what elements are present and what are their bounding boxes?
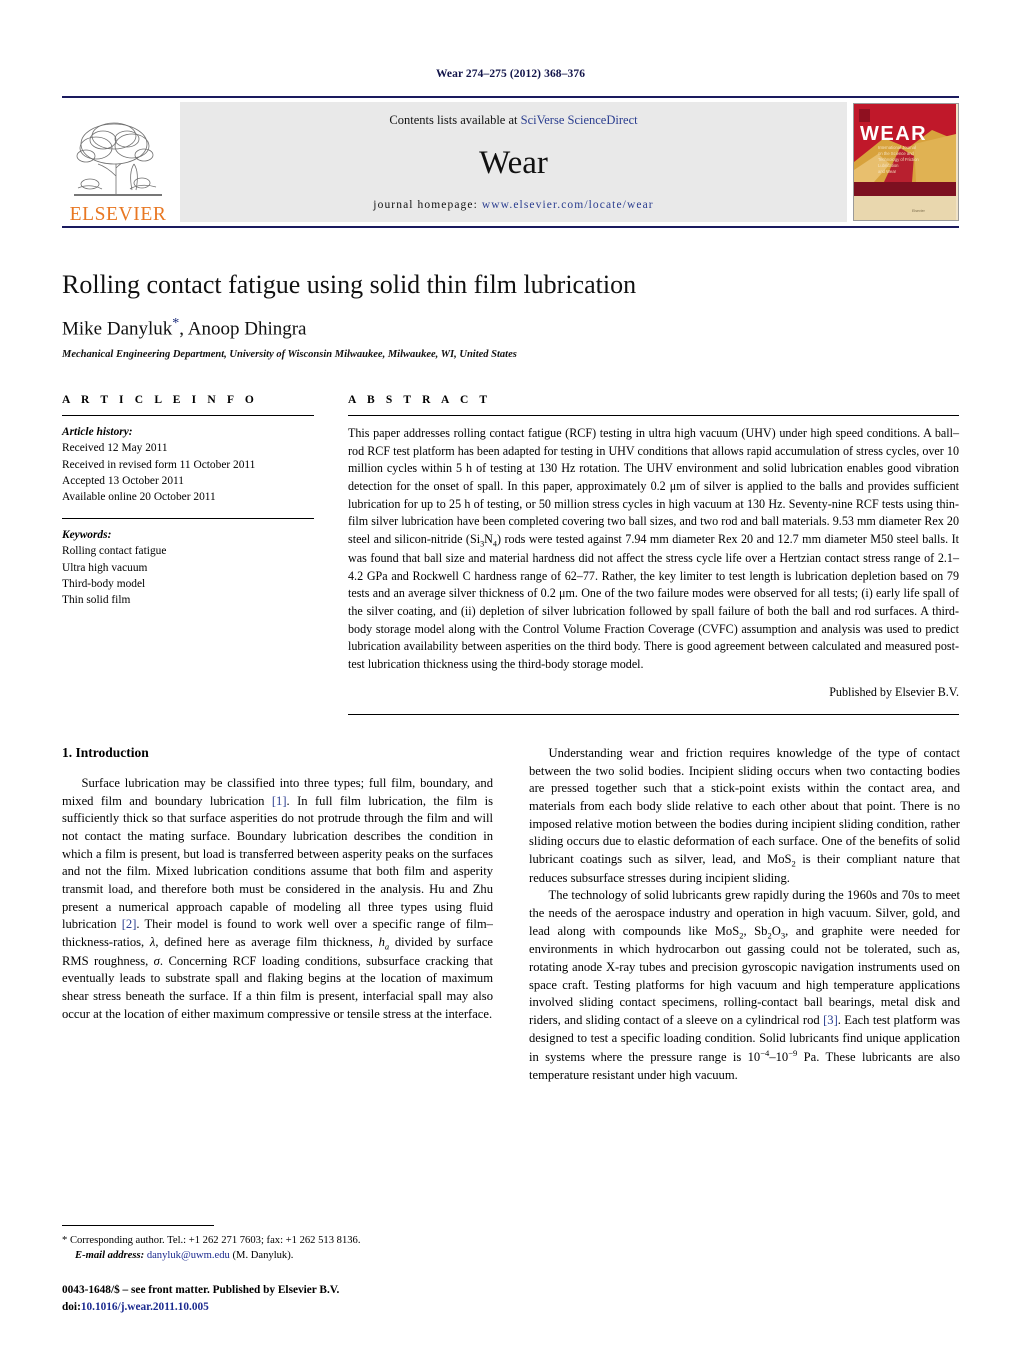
- elsevier-logo: ELSEVIER: [62, 98, 174, 226]
- keyword-item: Rolling contact fatigue: [62, 545, 167, 558]
- wear-cover-art: WEAR International Journal on the Scienc…: [854, 104, 956, 220]
- homepage-prefix: journal homepage:: [373, 199, 482, 211]
- footnote-block: * Corresponding author. Tel.: +1 262 271…: [62, 1224, 493, 1263]
- elsevier-tree-icon: [72, 117, 164, 202]
- abstract-column: A B S T R A C T This paper addresses rol…: [348, 394, 959, 715]
- author-primary: Mike Danyluk: [62, 318, 173, 340]
- sciencedirect-link[interactable]: SciVerse ScienceDirect: [521, 113, 638, 127]
- corresponding-author-note: * Corresponding author. Tel.: +1 262 271…: [62, 1233, 493, 1263]
- body-column-left: 1. Introduction Surface lubrication may …: [62, 745, 493, 1085]
- svg-text:International Journal: International Journal: [878, 145, 916, 150]
- right-seg-8: –10: [769, 1050, 789, 1065]
- abstract-seg-3: N: [484, 531, 493, 546]
- journal-band: Contents lists available at SciVerse Sci…: [180, 102, 847, 222]
- intro-seg-4: , defined here as average film thickness…: [155, 935, 379, 950]
- issn-front-matter: 0043-1648/$ – see front matter. Publishe…: [62, 1284, 340, 1297]
- citation-link-2[interactable]: [2]: [122, 917, 137, 931]
- footnote-contact: Corresponding author. Tel.: +1 262 271 7…: [67, 1234, 361, 1246]
- footnote-rule: [62, 1224, 214, 1226]
- doi-link[interactable]: 10.1016/j.wear.2011.10.005: [81, 1301, 209, 1313]
- contents-available-line: Contents lists available at SciVerse Sci…: [389, 113, 637, 128]
- contents-prefix: Contents lists available at: [389, 113, 521, 127]
- right-seg-1: Understanding wear and friction requires…: [529, 745, 960, 867]
- intro-paragraph-left: Surface lubrication may be classified in…: [62, 775, 493, 1023]
- citation-link-3[interactable]: [3]: [823, 1013, 838, 1027]
- author-list: Mike Danyluk*, Anoop Dhingra: [62, 316, 959, 340]
- homepage-url-link[interactable]: www.elsevier.com/locate/wear: [482, 199, 654, 211]
- exponent-neg9: −9: [788, 1048, 798, 1059]
- svg-text:WEAR: WEAR: [860, 123, 927, 145]
- abstract-text: This paper addresses rolling contact fat…: [348, 416, 959, 702]
- article-info-column: A R T I C L E I N F O Article history: R…: [62, 394, 314, 715]
- doi-label: doi:: [62, 1300, 81, 1313]
- imprint-block: 0043-1648/$ – see front matter. Publishe…: [62, 1282, 339, 1315]
- abstract-bottom-rule: [348, 713, 959, 715]
- citation-link-1[interactable]: [1]: [272, 794, 287, 808]
- journal-cover-thumbnail: WEAR International Journal on the Scienc…: [853, 103, 959, 221]
- doi-line: doi:10.1016/j.wear.2011.10.005: [62, 1299, 339, 1315]
- abstract-heading: A B S T R A C T: [348, 394, 492, 407]
- svg-text:Lubrication: Lubrication: [878, 163, 899, 168]
- article-history-group: Article history: Received 12 May 2011 Re…: [62, 416, 314, 505]
- keyword-item: Third-body model: [62, 577, 146, 590]
- intro-paragraph-right-2: The technology of solid lubricants grew …: [529, 887, 960, 1085]
- history-item: Received in revised form 11 October 2011: [62, 458, 256, 471]
- email-owner: (M. Danyluk).: [232, 1249, 294, 1261]
- right-seg-5: O: [771, 923, 781, 938]
- article-history-label: Article history:: [62, 426, 133, 439]
- page-title: Rolling contact fatigue using solid thin…: [62, 270, 637, 299]
- svg-text:Technology of Friction: Technology of Friction: [878, 157, 919, 162]
- right-seg-6: , and graphite were needed for environme…: [529, 923, 960, 1027]
- history-item: Accepted 13 October 2011: [62, 474, 184, 487]
- article-info-heading: A R T I C L E I N F O: [62, 394, 258, 407]
- affiliation: Mechanical Engineering Department, Unive…: [62, 349, 517, 361]
- history-item: Received 12 May 2011: [62, 442, 168, 455]
- svg-text:on the Science and: on the Science and: [878, 151, 915, 156]
- svg-text:and Wear: and Wear: [878, 169, 897, 174]
- published-by: Published by Elsevier B.V.: [829, 685, 959, 700]
- keywords-group: Keywords: Rolling contact fatigue Ultra …: [62, 519, 314, 608]
- journal-masthead: ELSEVIER Contents lists available at Sci…: [62, 96, 959, 228]
- intro-seg-2: . In full film lubrication, the film is …: [62, 793, 493, 932]
- history-item: Available online 20 October 2011: [62, 490, 216, 503]
- journal-homepage-line: journal homepage: www.elsevier.com/locat…: [373, 199, 653, 211]
- abstract-paragraph: This paper addresses rolling contact fat…: [348, 425, 959, 673]
- body-columns: 1. Introduction Surface lubrication may …: [62, 745, 960, 1085]
- info-abstract-region: A R T I C L E I N F O Article history: R…: [62, 394, 959, 715]
- section-heading-introduction: 1. Introduction: [62, 744, 149, 760]
- elsevier-wordmark: ELSEVIER: [69, 203, 167, 225]
- email-label: E-mail address:: [75, 1249, 145, 1261]
- author-secondary: , Anoop Dhingra: [179, 318, 307, 340]
- right-seg-4: , Sb: [743, 923, 768, 938]
- exponent-neg4: −4: [760, 1048, 770, 1059]
- journal-title: Wear: [479, 145, 548, 181]
- title-block: Rolling contact fatigue using solid thin…: [62, 270, 959, 360]
- keyword-item: Ultra high vacuum: [62, 561, 148, 574]
- running-head: Wear 274–275 (2012) 368–376: [435, 68, 586, 80]
- paper-page: Wear 274–275 (2012) 368–376 ELSEVIER Con…: [0, 0, 1021, 1351]
- svg-text:Elsevier: Elsevier: [912, 209, 926, 213]
- body-column-right: Understanding wear and friction requires…: [529, 745, 960, 1085]
- keywords-label: Keywords:: [62, 529, 112, 542]
- keyword-item: Thin solid film: [62, 593, 131, 606]
- email-link[interactable]: danyluk@uwm.edu: [147, 1250, 230, 1261]
- intro-paragraph-right-1: Understanding wear and friction requires…: [529, 745, 960, 887]
